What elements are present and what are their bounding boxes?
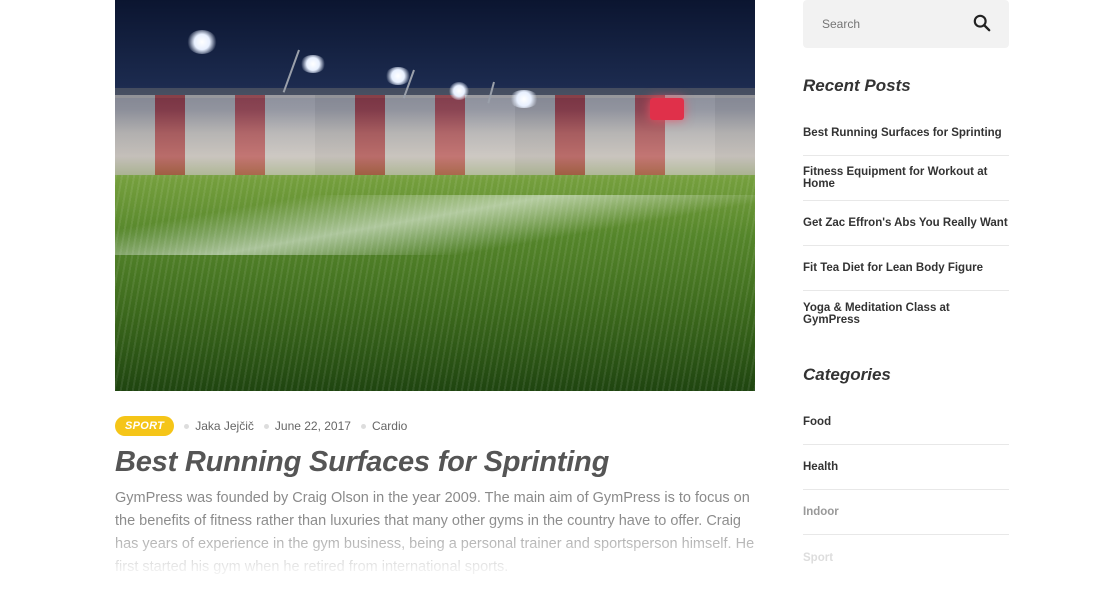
post-title[interactable]: Best Running Surfaces for Sprinting xyxy=(115,446,609,479)
post-tag[interactable]: Cardio xyxy=(372,419,407,433)
recent-posts-title: Recent Posts xyxy=(803,76,911,95)
category-badge[interactable]: SPORT xyxy=(115,416,175,436)
post-author[interactable]: Jaka Jejčič xyxy=(195,419,254,433)
category-link-food[interactable]: Food xyxy=(803,400,1009,445)
recent-post-link[interactable]: Fit Tea Diet for Lean Body Figure xyxy=(803,246,1009,291)
featured-image[interactable] xyxy=(115,0,755,391)
categories-title: Categories xyxy=(803,365,891,384)
search-icon[interactable] xyxy=(973,14,991,32)
category-link-sport[interactable]: Sport xyxy=(803,535,1009,580)
post-date[interactable]: June 22, 2017 xyxy=(275,419,351,433)
sidebar: Recent Posts Best Running Surfaces for S… xyxy=(803,0,1009,564)
post-article: SPORT Jaka Jejčič June 22, 2017 Cardio B… xyxy=(115,0,755,590)
recent-post-link[interactable]: Yoga & Meditation Class at GymPress xyxy=(803,291,1009,336)
search-input[interactable] xyxy=(820,16,964,32)
recent-posts-list: Best Running Surfaces for Sprinting Fitn… xyxy=(803,111,1009,336)
categories-list: Food Health Indoor Sport xyxy=(803,400,1009,580)
recent-post-link[interactable]: Get Zac Effron's Abs You Really Want xyxy=(803,201,1009,246)
category-link-indoor[interactable]: Indoor xyxy=(803,490,1009,535)
post-meta: SPORT Jaka Jejčič June 22, 2017 Cardio xyxy=(115,416,417,436)
category-link-health[interactable]: Health xyxy=(803,445,1009,490)
recent-post-link[interactable]: Best Running Surfaces for Sprinting xyxy=(803,111,1009,156)
recent-post-link[interactable]: Fitness Equipment for Workout at Home xyxy=(803,156,1009,201)
search-box xyxy=(803,0,1009,48)
